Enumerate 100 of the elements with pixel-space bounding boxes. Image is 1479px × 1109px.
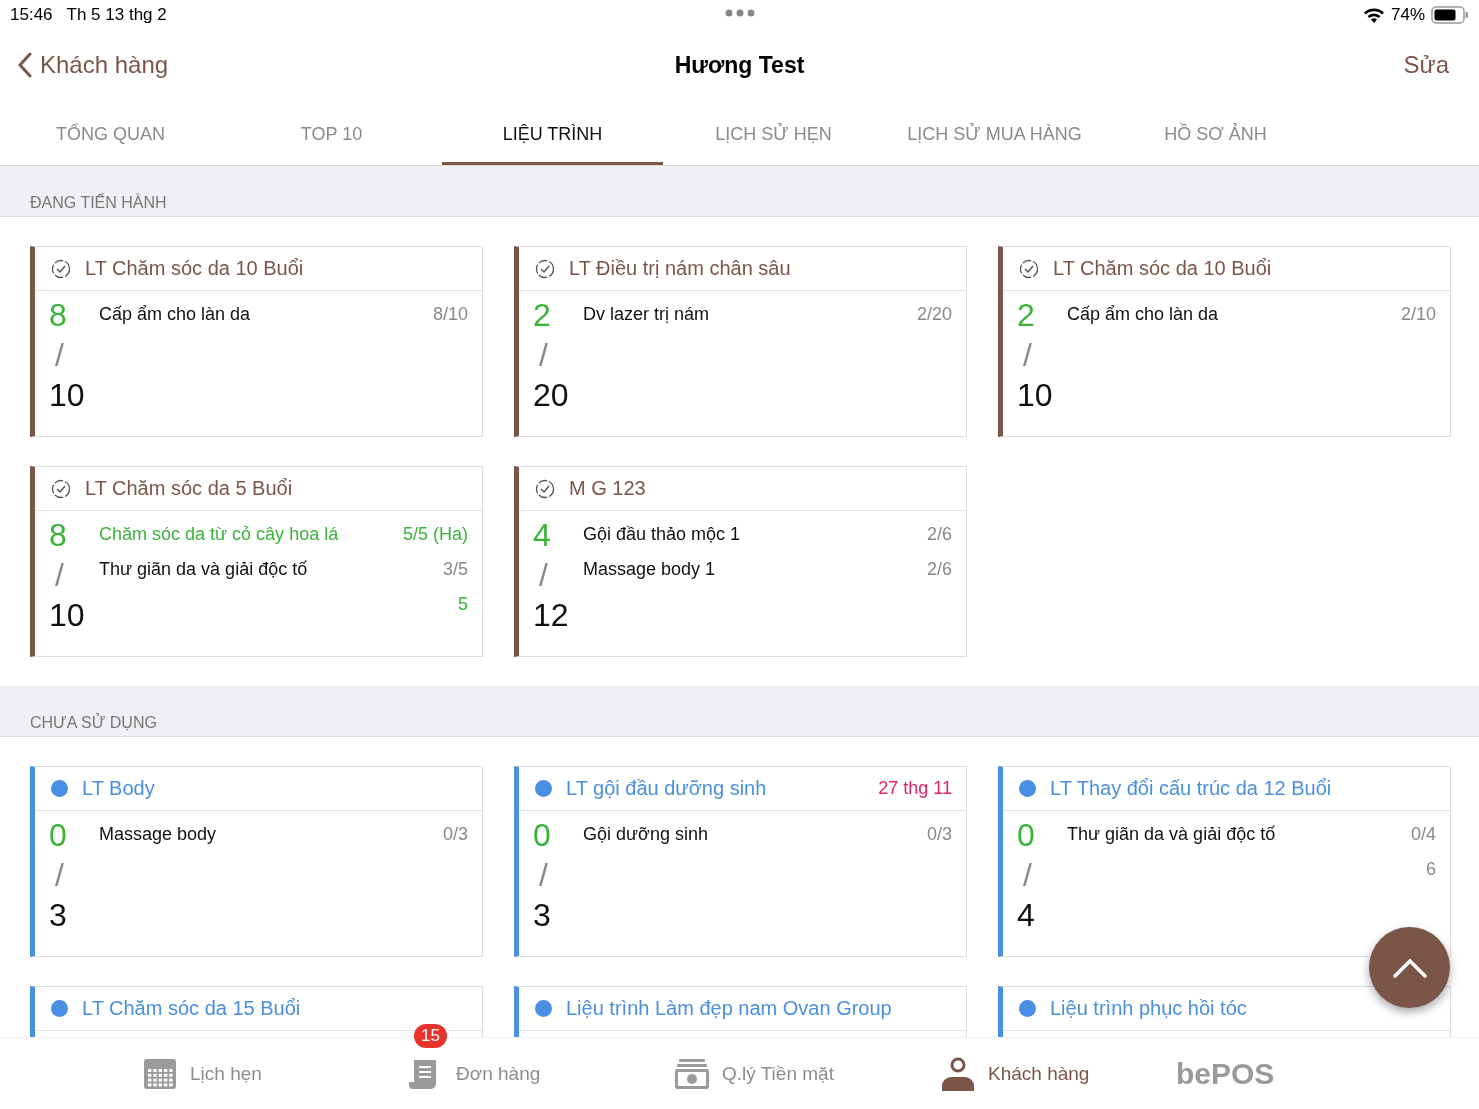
treatment-card[interactable]: LT gội đầu dưỡng sinh 27 thg 11 0 / 3 Gội dưỡng sinh 0/3 <box>514 766 967 957</box>
back-button[interactable]: Khách hàng <box>18 51 169 79</box>
used-count: 8 <box>49 517 68 553</box>
bottom-tab[interactable]: Q.lý Tiền mặt <box>674 1056 834 1092</box>
treatment-title: Liệu trình phục hồi tóc <box>1050 997 1247 1020</box>
total-count: 20 <box>533 377 569 413</box>
slash-divider: / <box>538 856 549 895</box>
treatment-card[interactable]: LT Chăm sóc da 10 Buổi 2 / 10 Cấp ẩm cho làn da 2/10 <box>998 246 1451 437</box>
tab[interactable]: TỔNG QUAN <box>0 100 221 165</box>
treatment-card[interactable]: LT Body 0 / 3 Massage body 0/3 <box>30 766 483 957</box>
app-logo: bePOS <box>1176 1057 1275 1091</box>
service-name: Gội đầu thảo mộc 1 <box>583 524 741 545</box>
section-header: ĐANG TIẾN HÀNH <box>30 194 167 212</box>
service-name: Thư giãn da và giải độc tố <box>99 559 308 580</box>
service-count: 0/4 <box>1410 824 1436 845</box>
service-count: 0/3 <box>926 824 952 845</box>
status-dot <box>535 1000 552 1017</box>
used-count: 2 <box>1017 297 1036 333</box>
total-count: 10 <box>49 377 85 413</box>
slash-divider: / <box>1022 856 1033 895</box>
total-count: 4 <box>1017 897 1036 933</box>
total-count: 12 <box>533 597 569 633</box>
slash-divider: / <box>54 856 65 895</box>
person-icon <box>940 1056 976 1092</box>
treatment-title: LT Chăm sóc da 10 Buổi <box>1053 257 1272 280</box>
used-count: 4 <box>533 517 552 553</box>
service-name: Dv lazer trị nám <box>583 304 710 325</box>
used-count: 0 <box>49 817 68 853</box>
service-name: Cấp ẩm cho làn da <box>99 304 251 325</box>
dashed-check-circle-icon <box>51 478 71 499</box>
treatment-title: LT Điều trị nám chân sâu <box>569 257 791 280</box>
treatment-card[interactable]: LT Chăm sóc da 5 Buổi 8 / 10 Chăm sóc da từ cỏ cây hoa lá 5/5 (Ha) Thư giãn da và giải độc tố 3/5 5 <box>30 466 483 657</box>
treatment-card[interactable]: LT Chăm sóc da 10 Buổi 8 / 10 Cấp ẩm cho làn da 8/10 <box>30 246 483 437</box>
treatment-title: LT Chăm sóc da 15 Buổi <box>82 997 301 1020</box>
treatment-title: LT Body <box>82 777 155 800</box>
treatment-date: 27 thg 11 <box>878 778 952 799</box>
status-date: Th 5 13 thg 2 <box>66 5 167 25</box>
total-count: 10 <box>1017 377 1053 413</box>
status-dot <box>1019 1000 1036 1017</box>
used-count: 0 <box>533 817 552 853</box>
remaining-count: 6 <box>1426 858 1436 881</box>
service-count: 2/10 <box>1400 304 1436 325</box>
treatment-title: Liệu trình Làm đẹp nam Ovan Group <box>566 997 892 1020</box>
treatment-title: M G 123 <box>569 477 646 500</box>
wifi-icon <box>1362 6 1385 24</box>
treatment-title: LT Chăm sóc da 5 Buổi <box>85 477 293 500</box>
status-dot <box>51 780 68 797</box>
chevron-up-icon <box>1391 956 1428 979</box>
service-count: 8/10 <box>432 304 468 325</box>
slash-divider: / <box>54 556 65 595</box>
section-header: CHƯA SỬ DỤNG <box>30 714 157 732</box>
total-count: 3 <box>533 897 552 933</box>
treatment-card[interactable]: M G 123 4 / 12 Gội đầu thảo mộc 1 2/6 Massage body 1 2/6 <box>514 466 967 657</box>
dashed-check-circle-icon <box>535 258 555 279</box>
treatment-title: LT Thay đổi cấu trúc da 12 Buổi <box>1050 777 1332 800</box>
used-count: 0 <box>1017 817 1036 853</box>
total-count: 3 <box>49 897 68 933</box>
tab[interactable]: LỊCH SỬ MUA HÀNG <box>884 100 1105 165</box>
service-count: 3/5 <box>442 559 468 580</box>
service-name: Massage body 1 <box>583 559 716 580</box>
used-count: 8 <box>49 297 68 333</box>
more-dots-icon[interactable] <box>724 8 756 18</box>
treatment-title: LT gội đầu dưỡng sinh <box>566 777 767 800</box>
slash-divider: / <box>1022 336 1033 375</box>
slash-divider: / <box>538 336 549 375</box>
cash-icon <box>674 1056 710 1092</box>
status-time: 15:46 <box>10 5 53 25</box>
tab[interactable]: HỒ SƠ ẢNH <box>1105 100 1326 165</box>
page-title: Hương Test <box>674 51 805 78</box>
dashed-check-circle-icon <box>535 478 555 499</box>
count-badge: 15 <box>414 1024 447 1048</box>
slash-divider: / <box>538 556 549 595</box>
remaining-count: 5 <box>458 593 468 616</box>
service-count: 2/20 <box>916 304 952 325</box>
status-dot <box>535 780 552 797</box>
bottom-tab[interactable]: Lịch hẹn <box>142 1056 262 1092</box>
service-count: 2/6 <box>926 559 952 580</box>
service-name: Cấp ẩm cho làn da <box>1067 304 1219 325</box>
service-name: Gội dưỡng sinh <box>583 824 708 845</box>
chevron-left-icon <box>18 52 32 78</box>
tab[interactable]: LỊCH SỬ HẸN <box>663 100 884 165</box>
calculator-icon <box>142 1056 178 1092</box>
dashed-check-circle-icon <box>51 258 71 279</box>
treatment-title: LT Chăm sóc da 10 Buổi <box>85 257 304 280</box>
edit-button[interactable]: Sửa <box>1403 51 1449 79</box>
service-name: Massage body <box>99 824 217 845</box>
treatment-card[interactable]: LT Điều trị nám chân sâu 2 / 20 Dv lazer trị nám 2/20 <box>514 246 967 437</box>
status-dot <box>51 1000 68 1017</box>
battery-percent: 74% <box>1390 5 1425 25</box>
service-count: 5/5 (Ha) <box>402 524 468 545</box>
dashed-check-circle-icon <box>1019 258 1039 279</box>
slash-divider: / <box>54 336 65 375</box>
service-count: 0/3 <box>442 824 468 845</box>
tab[interactable]: TOP 10 <box>221 100 442 165</box>
battery-icon <box>1431 6 1469 24</box>
bottom-tab[interactable]: Khách hàng <box>940 1056 1090 1092</box>
service-name: Thư giãn da và giải độc tố <box>1067 824 1276 845</box>
service-count: 2/6 <box>926 524 952 545</box>
service-name: Chăm sóc da từ cỏ cây hoa lá <box>99 524 339 545</box>
status-dot <box>1019 780 1036 797</box>
